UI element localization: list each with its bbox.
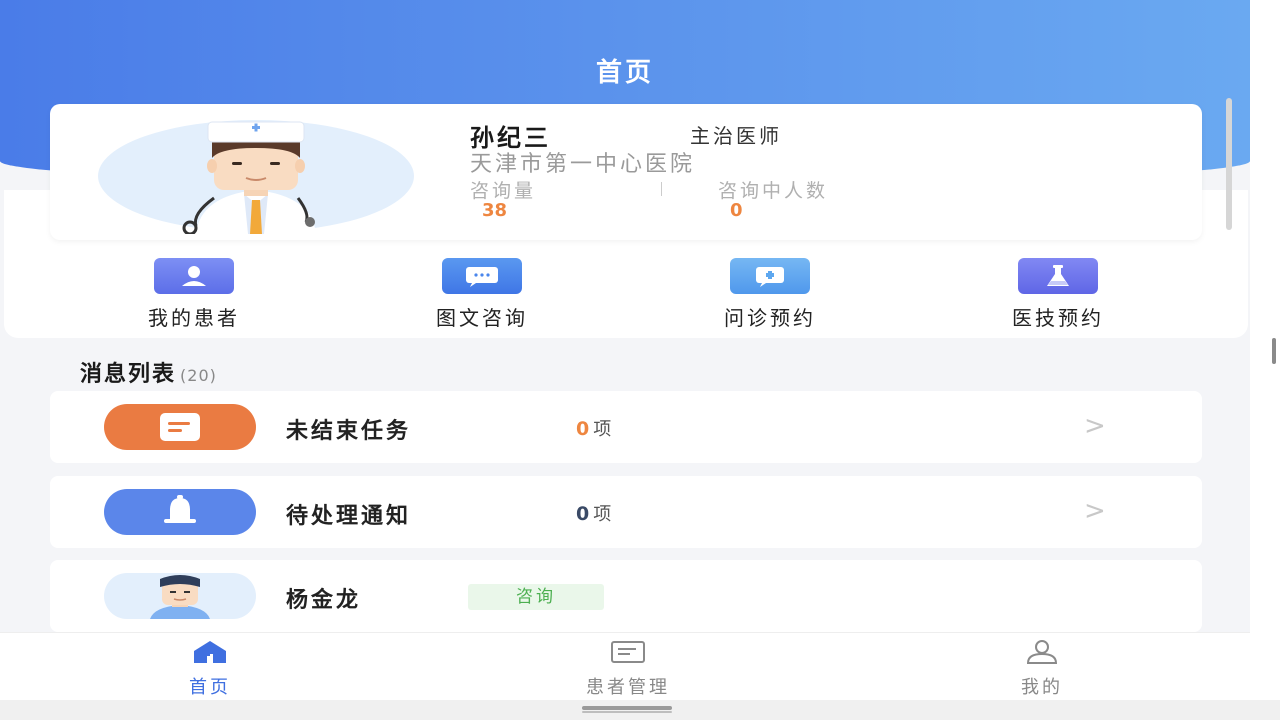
page-title: 首页: [595, 58, 654, 88]
bell-icon: [104, 489, 256, 535]
tab-mine[interactable]: 我的: [952, 639, 1132, 699]
document-icon: [104, 404, 256, 450]
doctor-card[interactable]: 孙纪三 主治医师 天津市第一中心医院 咨询量 咨询中人数 38 0: [50, 104, 1202, 240]
quick-action-label: 我的患者: [148, 306, 240, 330]
message-count-unit: 项: [593, 419, 612, 440]
message-count-number: 0: [576, 418, 590, 440]
page-scrollbar[interactable]: [1272, 338, 1276, 364]
app-screen: 首页 孙纪三 主治医师 天津市第一中心医院 咨询量 咨询中人数 38 0 我的患…: [0, 0, 1250, 700]
message-list-title-text: 消息列表: [80, 362, 177, 387]
quick-action-consult-appointment[interactable]: 问诊预约: [670, 258, 870, 331]
stat-divider: [661, 182, 662, 196]
medical-chat-icon: [730, 258, 810, 294]
doctor-avatar: [96, 118, 416, 236]
card-scrollbar[interactable]: [1226, 98, 1232, 230]
patient-name: 杨金龙: [286, 588, 362, 613]
stat-value-consultations: 38: [482, 200, 508, 221]
message-count: 0项: [576, 415, 611, 441]
bottom-tab-bar: 首页 患者管理 我的: [0, 632, 1250, 700]
home-icon: [194, 641, 226, 663]
quick-action-label: 图文咨询: [436, 306, 528, 330]
message-item-patient[interactable]: 杨金龙 咨询: [50, 560, 1202, 632]
user-icon: [154, 258, 234, 294]
tab-label: 我的: [1021, 677, 1063, 698]
list-icon: [611, 641, 645, 663]
tab-label: 首页: [189, 677, 231, 698]
message-item-unfinished-tasks[interactable]: 未结束任务 0项 >: [50, 391, 1202, 463]
quick-action-label: 医技预约: [1012, 306, 1104, 330]
chevron-right-icon[interactable]: >: [1084, 411, 1106, 441]
message-list-title: 消息列表 (20): [80, 356, 217, 388]
quick-action-my-patients[interactable]: 我的患者: [94, 258, 294, 331]
message-title: 未结束任务: [286, 419, 412, 444]
stat-label-in-consultation: 咨询中人数: [718, 180, 829, 202]
tab-home[interactable]: 首页: [120, 639, 300, 699]
system-navigation-bar: [0, 700, 1280, 720]
flask-icon: [1018, 258, 1098, 294]
chat-icon: [442, 258, 522, 294]
home-indicator[interactable]: [582, 706, 672, 710]
tab-label: 患者管理: [586, 677, 670, 698]
consult-tag: 咨询: [468, 584, 604, 610]
message-count: 0项: [576, 500, 611, 526]
quick-action-image-text-consult[interactable]: 图文咨询: [382, 258, 582, 331]
message-count-unit: 项: [593, 504, 612, 525]
tab-patient-management[interactable]: 患者管理: [538, 639, 718, 699]
message-title: 待处理通知: [286, 504, 412, 529]
message-list-count: (20): [180, 366, 217, 385]
doctor-title: 主治医师: [690, 124, 782, 148]
stat-label-consultations: 咨询量: [470, 180, 537, 202]
patient-avatar: [104, 573, 256, 619]
message-count-number: 0: [576, 503, 590, 525]
message-item-pending-notices[interactable]: 待处理通知 0项 >: [50, 476, 1202, 548]
home-indicator-shadow: [582, 711, 672, 713]
profile-icon: [1026, 640, 1058, 664]
quick-action-medtech-appointment[interactable]: 医技预约: [958, 258, 1158, 331]
stat-value-in-consultation: 0: [730, 200, 743, 221]
chevron-right-icon[interactable]: >: [1084, 496, 1106, 526]
doctor-hospital: 天津市第一中心医院: [470, 152, 696, 177]
quick-action-label: 问诊预约: [724, 306, 816, 330]
